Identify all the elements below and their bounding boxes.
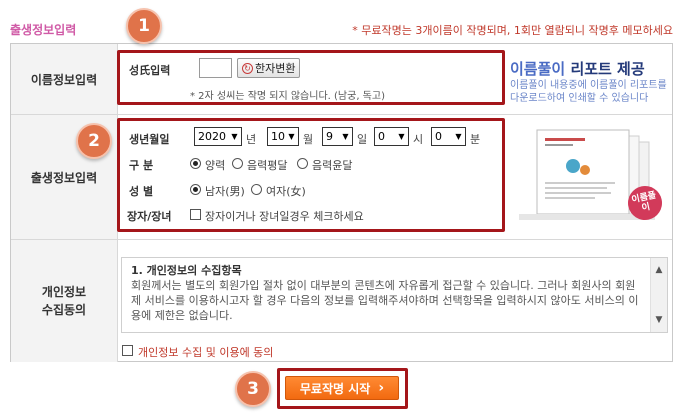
privacy-consent-text: 1. 개인정보의 수집항목 회원께서는 별도의 회원가입 절차 없이 대부분의 …	[131, 263, 643, 323]
consent-scrollbar[interactable]: ▲ ▼	[650, 258, 667, 332]
privacy-consent-body: 회원께서는 별도의 회원가입 절차 없이 대부분의 콘텐츠에 자유롭게 접근할 …	[131, 279, 639, 322]
name-highlight-frame	[117, 50, 505, 105]
page-title: 출생정보입력	[10, 23, 77, 37]
chevron-right-icon: ›	[378, 380, 385, 396]
start-button-label: 무료작명 시작	[299, 381, 371, 396]
scroll-up-icon[interactable]: ▲	[651, 262, 667, 278]
privacy-agree-label: 개인정보 수집 및 이용에 동의	[138, 346, 274, 359]
scroll-down-icon[interactable]: ▼	[651, 312, 667, 328]
free-naming-note: * 무료작명는 3개이름이 작명되며, 1회만 열람되니 작명후 메모하세요	[352, 24, 673, 37]
report-ad-subtitle: 이름풀이 내용중에 이름풀이 리포트를 다운로드하여 인쇄할 수 있습니다	[510, 80, 667, 104]
start-free-naming-button[interactable]: 무료작명 시작 ›	[285, 376, 399, 400]
name-section-label: 이름정보입력	[11, 44, 118, 114]
step-badge-1: 1	[126, 8, 162, 44]
privacy-consent-heading: 1. 개인정보의 수집항목	[131, 264, 242, 277]
privacy-agree-checkbox[interactable]	[122, 345, 133, 356]
step-badge-3: 3	[235, 371, 271, 407]
privacy-consent-box[interactable]: 1. 개인정보의 수집항목 회원께서는 별도의 회원가입 절차 없이 대부분의 …	[121, 257, 668, 333]
birth-highlight-frame	[117, 118, 505, 232]
report-ad-title: 이름풀이 리포트 제공	[510, 60, 645, 78]
step-badge-2: 2	[76, 123, 112, 159]
consent-section-label: 개인정보 수집동의	[11, 240, 118, 362]
